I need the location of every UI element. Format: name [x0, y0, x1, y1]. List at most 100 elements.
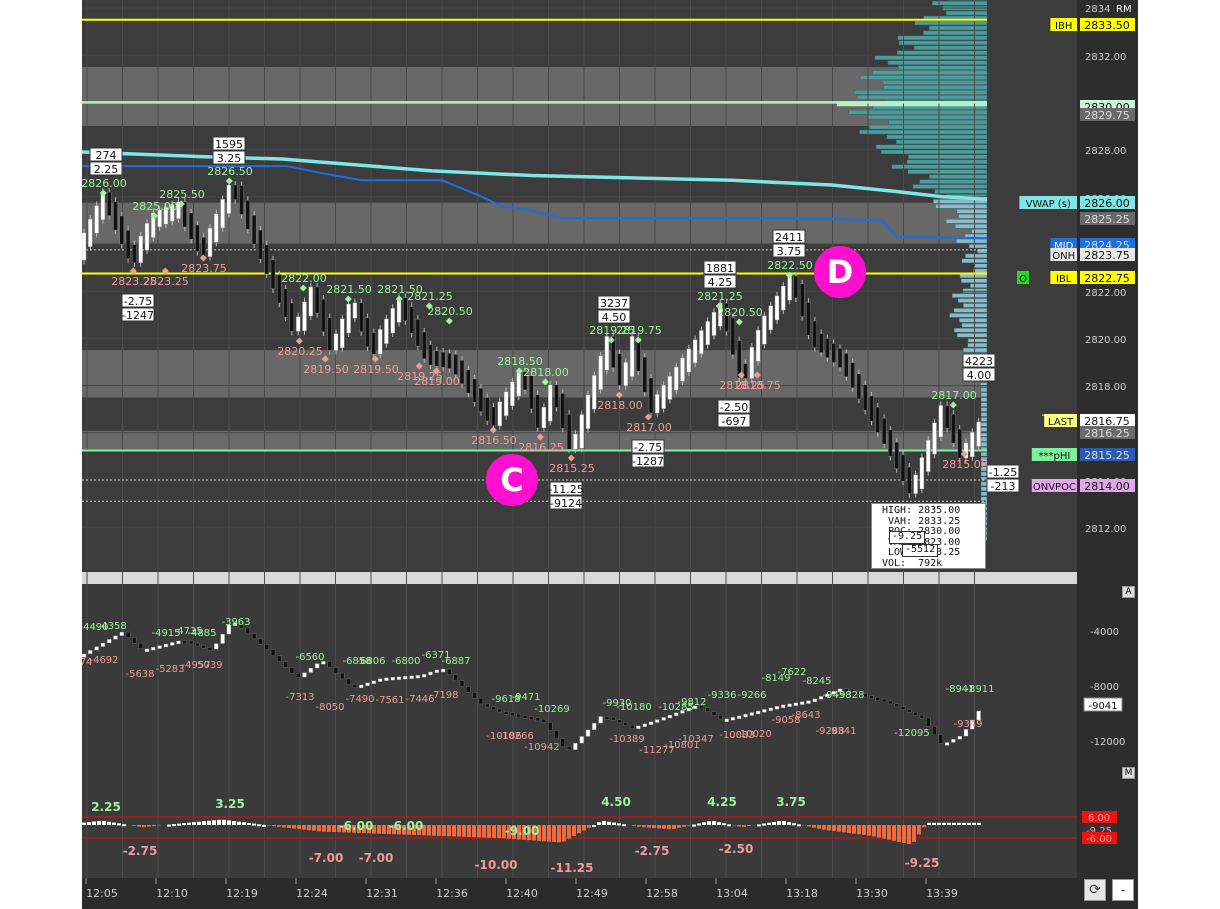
- osc-bar: [287, 825, 291, 828]
- swing-low-label: 2823.25: [143, 275, 189, 288]
- cum-delta-high: -9328: [835, 690, 864, 701]
- osc-bar: [267, 825, 271, 826]
- time-tick: 13:18: [786, 887, 818, 900]
- price-bar: [592, 375, 597, 410]
- cum-delta-bar: [749, 712, 754, 716]
- profile-bar: [883, 85, 988, 90]
- cum-delta-bar: [295, 673, 301, 678]
- osc-bar: [792, 823, 796, 826]
- profile-bar: [898, 40, 988, 46]
- level-label: IBL: [1056, 274, 1072, 285]
- osc-bar: [437, 825, 441, 836]
- osc-bar: [552, 825, 556, 843]
- osc-bar: [887, 825, 891, 840]
- cum-delta-bar: [144, 648, 150, 652]
- cum-delta-low: -5638: [125, 669, 154, 680]
- cum-delta-low: -8643: [791, 710, 820, 721]
- cum-delta-low: -10347: [678, 734, 713, 745]
- cum-delta-bar: [604, 716, 610, 720]
- price-bar: [837, 348, 843, 368]
- cum-delta-bar: [724, 718, 729, 723]
- price-bar: [264, 244, 269, 275]
- cum-delta-bar: [214, 643, 219, 650]
- zoom-out-button[interactable]: -: [1112, 879, 1134, 901]
- cum-delta-bar: [447, 668, 452, 676]
- osc-bar: [297, 825, 301, 830]
- volume-range-bottom: 4.00: [967, 369, 992, 382]
- cum-delta-high: -10180: [616, 702, 651, 713]
- cum-delta-bar: [182, 640, 188, 645]
- profile-bar: [980, 471, 988, 477]
- cum-delta-bar: [781, 704, 786, 708]
- price-bar: [881, 418, 887, 445]
- cum-delta-bar: [472, 692, 477, 699]
- osc-bar: [837, 825, 841, 832]
- down-range-bottom: -697: [722, 415, 747, 428]
- osc-tag: 6.00: [1088, 813, 1110, 824]
- profile-bar: [934, 189, 988, 194]
- osc-bar: [977, 822, 981, 825]
- profile-bar: [857, 95, 988, 100]
- stats-overlay-range: -9.25: [889, 531, 926, 544]
- cum-delta-bar: [510, 712, 515, 717]
- price-bar: [863, 384, 868, 411]
- osc-bar: [712, 821, 716, 825]
- osc-bar: [487, 825, 491, 838]
- cum-delta-bar: [440, 668, 446, 673]
- osc-bar: [707, 821, 711, 825]
- cum-delta-bar: [138, 642, 143, 650]
- price-bar: [900, 454, 906, 482]
- price-bar: [818, 333, 824, 353]
- level-value: 2814.00: [1084, 480, 1130, 493]
- osc-bar: [382, 825, 386, 834]
- cum-delta-bar: [944, 742, 950, 746]
- profile-bar: [919, 179, 988, 184]
- osc-corner-button[interactable]: M: [1122, 767, 1135, 779]
- price-bar: [856, 373, 862, 400]
- cum-delta-low: -10389: [609, 734, 644, 745]
- osc-bar: [457, 825, 461, 837]
- chart-canvas[interactable]: 2826.002825.002825.502826.502822.002821.…: [82, 0, 1138, 909]
- profile-bar: [970, 283, 988, 288]
- cum-delta-corner-button[interactable]: A: [1122, 586, 1135, 598]
- swing-low-label: 2816.50: [471, 434, 517, 447]
- osc-bar: [327, 825, 331, 832]
- osc-bar: [647, 825, 651, 828]
- volume-range-bottom: 4.50: [602, 311, 627, 324]
- osc-bar: [742, 825, 746, 827]
- profile-bar: [929, 174, 988, 179]
- cum-delta-bar: [762, 709, 767, 713]
- swing-high-label: 2825.00: [132, 200, 178, 213]
- osc-bar: [622, 824, 626, 827]
- osc-bar: [672, 825, 676, 829]
- osc-bar: [932, 822, 936, 825]
- cum-delta-bar: [176, 640, 181, 645]
- cum-delta-bar: [396, 676, 402, 680]
- cum-delta-bar: [579, 736, 584, 744]
- profile-bar: [967, 342, 988, 348]
- cum-delta-high: -9812: [677, 697, 706, 708]
- profile-bar: [958, 214, 988, 219]
- profile-bar: [868, 124, 988, 130]
- osc-bar: [582, 825, 586, 831]
- cum-delta-bar: [403, 676, 408, 680]
- reset-zoom-button[interactable]: ⟳: [1084, 879, 1106, 901]
- cum-delta-bar: [428, 671, 433, 676]
- value-area-band: [82, 67, 987, 126]
- cum-delta-bar: [264, 644, 269, 650]
- cum-delta-bar: [648, 721, 654, 725]
- price-tick: 2834: [1085, 4, 1110, 15]
- osc-bar: [947, 822, 951, 825]
- cum-delta-bar: [554, 730, 559, 739]
- osc-bar: [177, 823, 181, 826]
- cum-delta-bar: [573, 742, 578, 750]
- osc-bar: [832, 825, 836, 831]
- profile-bar: [980, 402, 988, 407]
- cum-delta-bar: [251, 633, 257, 640]
- level-label: ONH: [1052, 251, 1075, 262]
- price-tick: 2822.00: [1085, 288, 1126, 299]
- cum-delta-bar: [503, 711, 509, 715]
- swing-high-label: 2822.50: [767, 259, 813, 272]
- osc-low: -2.75: [635, 844, 670, 858]
- osc-bar: [377, 825, 381, 834]
